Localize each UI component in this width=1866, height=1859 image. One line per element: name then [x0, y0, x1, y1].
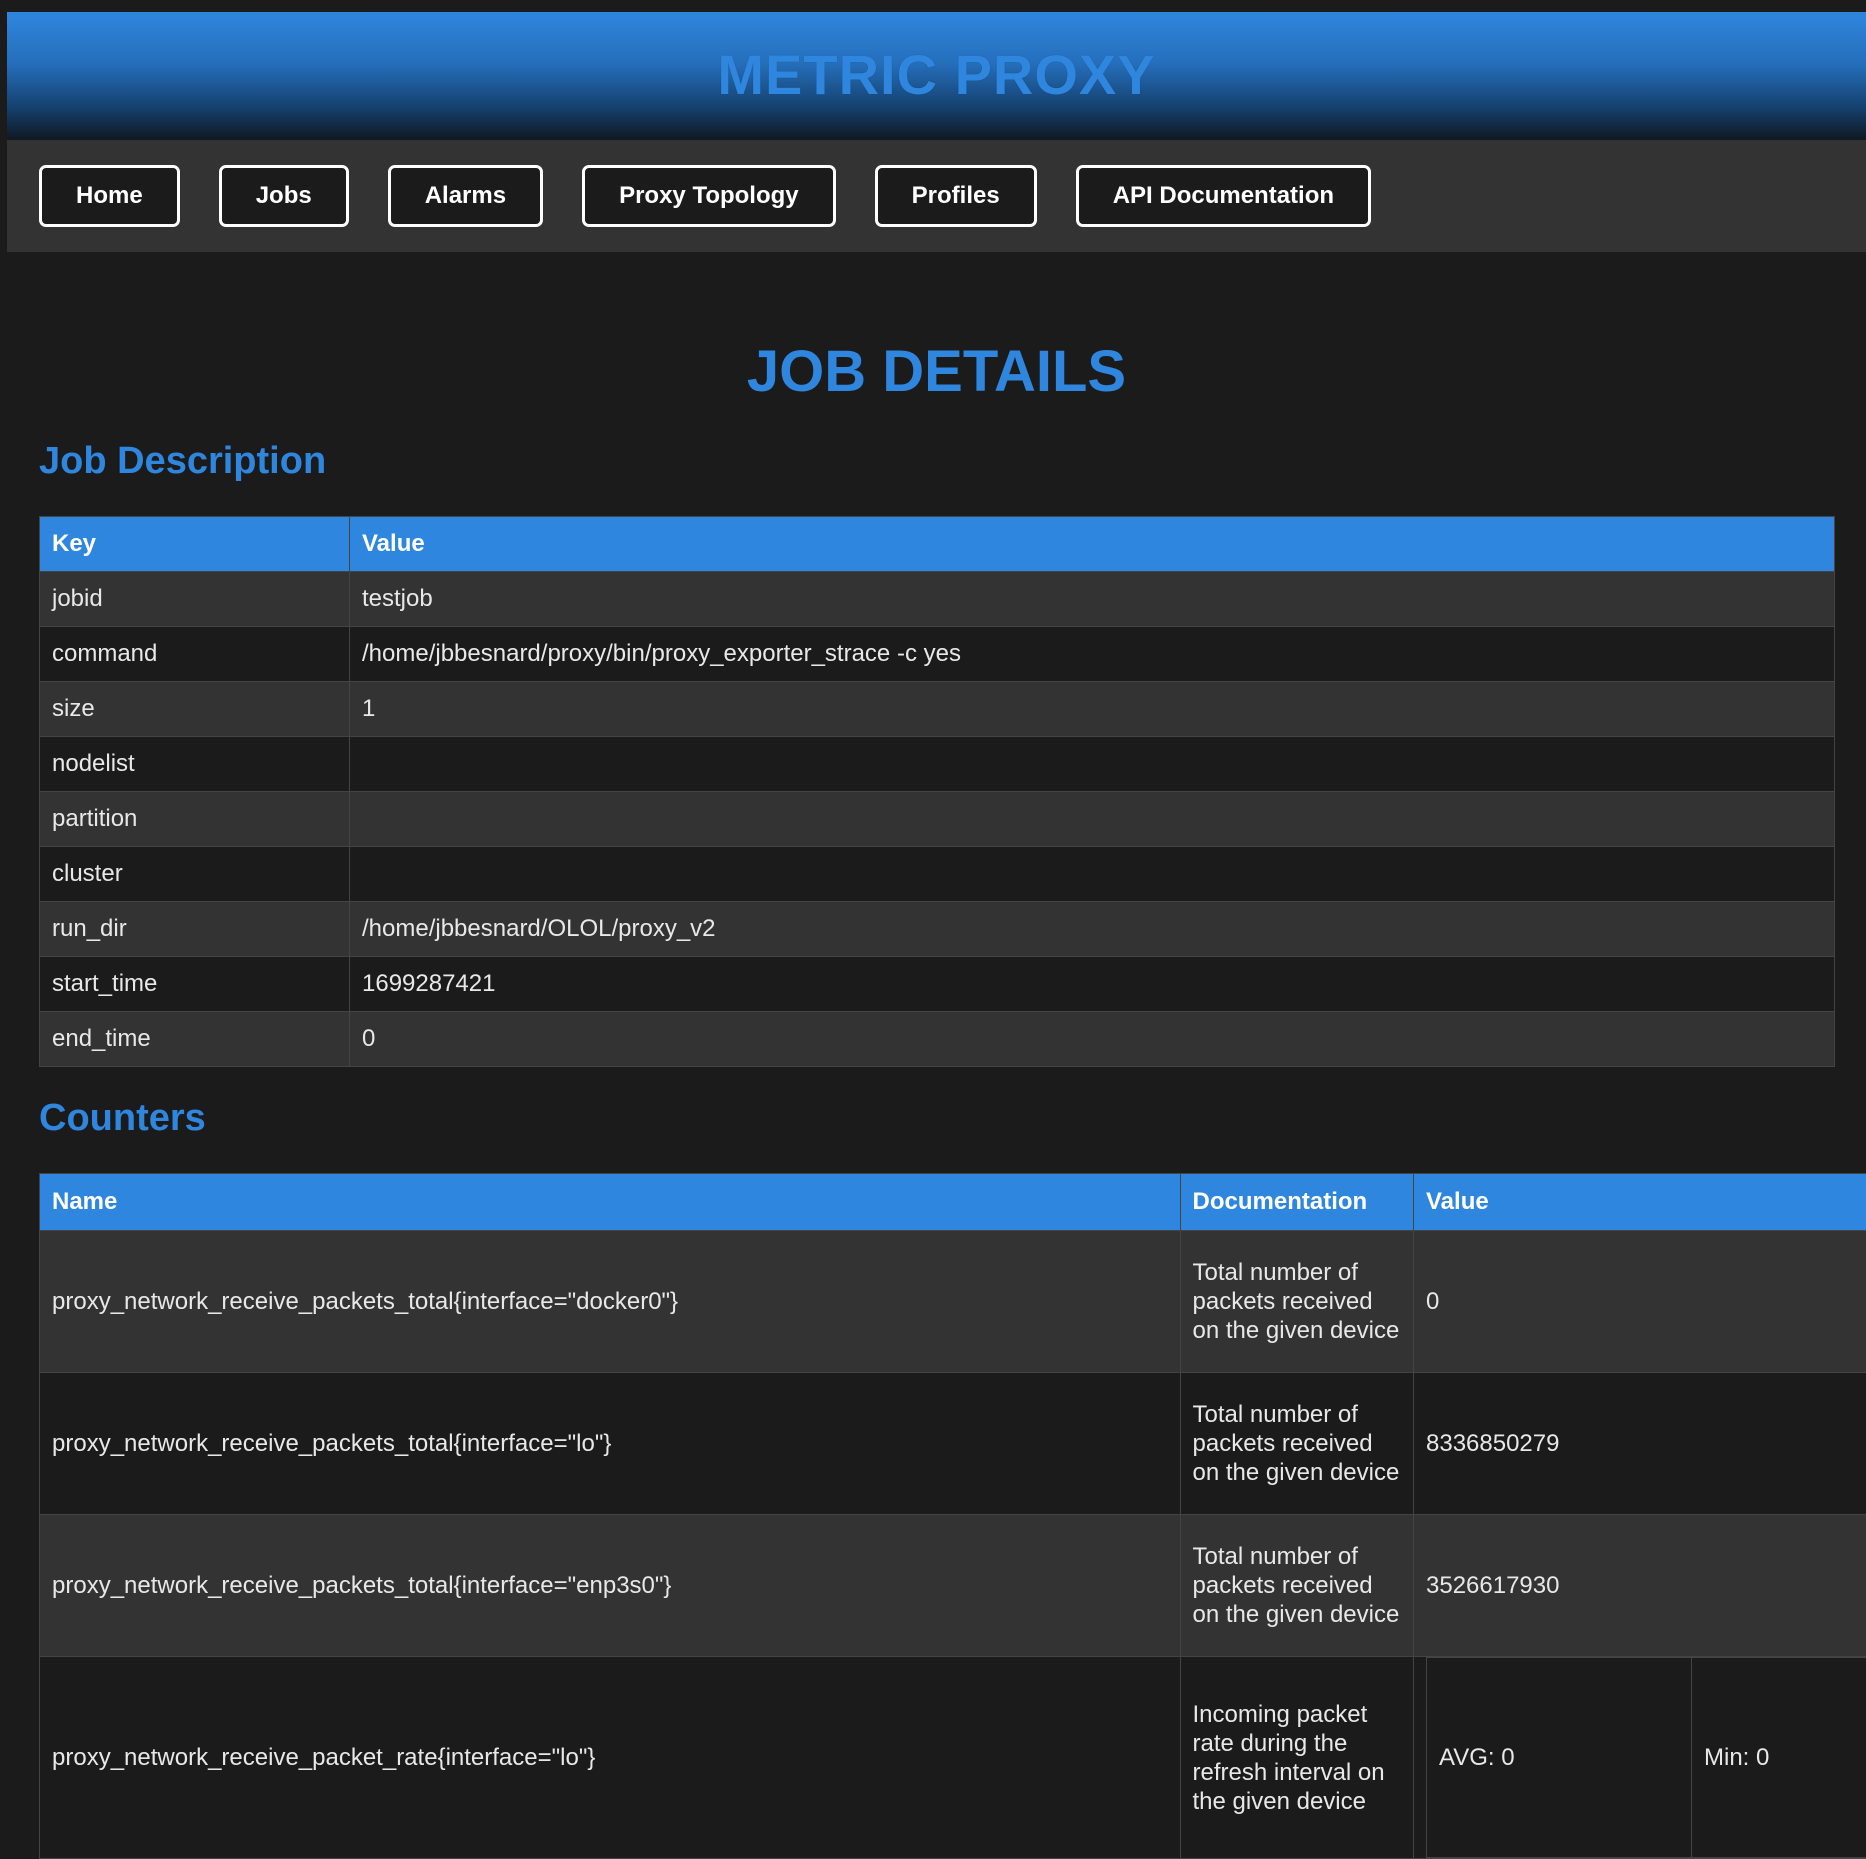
main-content: JOB DETAILS Job Description Key Value jo…: [7, 334, 1866, 1859]
page: METRIC PROXY Home Jobs Alarms Proxy Topo…: [7, 12, 1866, 1859]
nav-proxy-topology-button[interactable]: Proxy Topology: [582, 165, 836, 227]
counter-value-cell: 0: [1414, 1231, 1866, 1373]
site-title: METRIC PROXY: [717, 42, 1155, 107]
table-row: proxy_network_receive_packets_total{inte…: [40, 1231, 1866, 1373]
key-cell: cluster: [40, 847, 350, 902]
table-row: jobid testjob: [40, 572, 1835, 627]
column-header-value: Value: [1414, 1174, 1866, 1231]
stats-row: AVG: 0 Min: 0: [1427, 1658, 1866, 1858]
table-row: run_dir /home/jbbesnard/OLOL/proxy_v2: [40, 902, 1835, 957]
nav-profiles-button[interactable]: Profiles: [875, 165, 1037, 227]
key-cell: nodelist: [40, 737, 350, 792]
column-header-value: Value: [350, 517, 1835, 572]
value-cell: [350, 847, 1835, 902]
key-cell: start_time: [40, 957, 350, 1012]
table-header-row: Name Documentation Value: [40, 1174, 1866, 1231]
column-header-name: Name: [40, 1174, 1181, 1231]
counter-doc-cell: Total number of packets received on the …: [1180, 1515, 1413, 1657]
table-header-row: Key Value: [40, 517, 1835, 572]
value-cell: [350, 737, 1835, 792]
stat-min: Min: 0: [1692, 1658, 1866, 1858]
table-row: command /home/jbbesnard/proxy/bin/proxy_…: [40, 627, 1835, 682]
counter-value-cell: AVG: 0 Min: 0: [1414, 1657, 1866, 1859]
counter-name-cell: proxy_network_receive_packets_total{inte…: [40, 1515, 1181, 1657]
counters-heading: Counters: [39, 1095, 1834, 1141]
site-header: METRIC PROXY: [7, 12, 1866, 140]
table-row: proxy_network_receive_packets_total{inte…: [40, 1515, 1866, 1657]
value-cell: /home/jbbesnard/proxy/bin/proxy_exporter…: [350, 627, 1835, 682]
table-row: size 1: [40, 682, 1835, 737]
value-cell: 1: [350, 682, 1835, 737]
nav-alarms-button[interactable]: Alarms: [388, 165, 543, 227]
counter-name-cell: proxy_network_receive_packets_total{inte…: [40, 1231, 1181, 1373]
value-cell: testjob: [350, 572, 1835, 627]
table-row: proxy_network_receive_packet_rate{interf…: [40, 1657, 1866, 1859]
key-cell: run_dir: [40, 902, 350, 957]
counter-doc-cell: Incoming packet rate during the refresh …: [1180, 1657, 1413, 1859]
table-row: start_time 1699287421: [40, 957, 1835, 1012]
table-row: cluster: [40, 847, 1835, 902]
key-cell: jobid: [40, 572, 350, 627]
job-description-table: Key Value jobid testjob command /home/jb…: [39, 516, 1835, 1067]
counter-doc-cell: Total number of packets received on the …: [1180, 1373, 1413, 1515]
page-title: JOB DETAILS: [39, 334, 1834, 410]
counter-name-cell: proxy_network_receive_packet_rate{interf…: [40, 1657, 1181, 1859]
key-cell: partition: [40, 792, 350, 847]
key-cell: size: [40, 682, 350, 737]
key-cell: end_time: [40, 1012, 350, 1067]
counter-doc-cell: Total number of packets received on the …: [1180, 1231, 1413, 1373]
value-cell: /home/jbbesnard/OLOL/proxy_v2: [350, 902, 1835, 957]
value-cell: 1699287421: [350, 957, 1835, 1012]
counters-table: Name Documentation Value proxy_network_r…: [39, 1173, 1866, 1859]
column-header-documentation: Documentation: [1180, 1174, 1413, 1231]
nav-bar: Home Jobs Alarms Proxy Topology Profiles…: [7, 140, 1866, 252]
table-row: proxy_network_receive_packets_total{inte…: [40, 1373, 1866, 1515]
table-row: end_time 0: [40, 1012, 1835, 1067]
column-header-key: Key: [40, 517, 350, 572]
stat-avg: AVG: 0: [1427, 1658, 1692, 1858]
table-row: nodelist: [40, 737, 1835, 792]
key-cell: command: [40, 627, 350, 682]
nav-jobs-button[interactable]: Jobs: [219, 165, 349, 227]
value-cell: 0: [350, 1012, 1835, 1067]
nav-api-documentation-button[interactable]: API Documentation: [1076, 165, 1371, 227]
counter-name-cell: proxy_network_receive_packets_total{inte…: [40, 1373, 1181, 1515]
value-cell: [350, 792, 1835, 847]
counter-value-cell: 3526617930: [1414, 1515, 1866, 1657]
table-row: partition: [40, 792, 1835, 847]
job-description-heading: Job Description: [39, 438, 1834, 484]
nav-home-button[interactable]: Home: [39, 165, 180, 227]
counter-value-cell: 8336850279: [1414, 1373, 1866, 1515]
counter-stats-table: AVG: 0 Min: 0: [1426, 1657, 1866, 1858]
